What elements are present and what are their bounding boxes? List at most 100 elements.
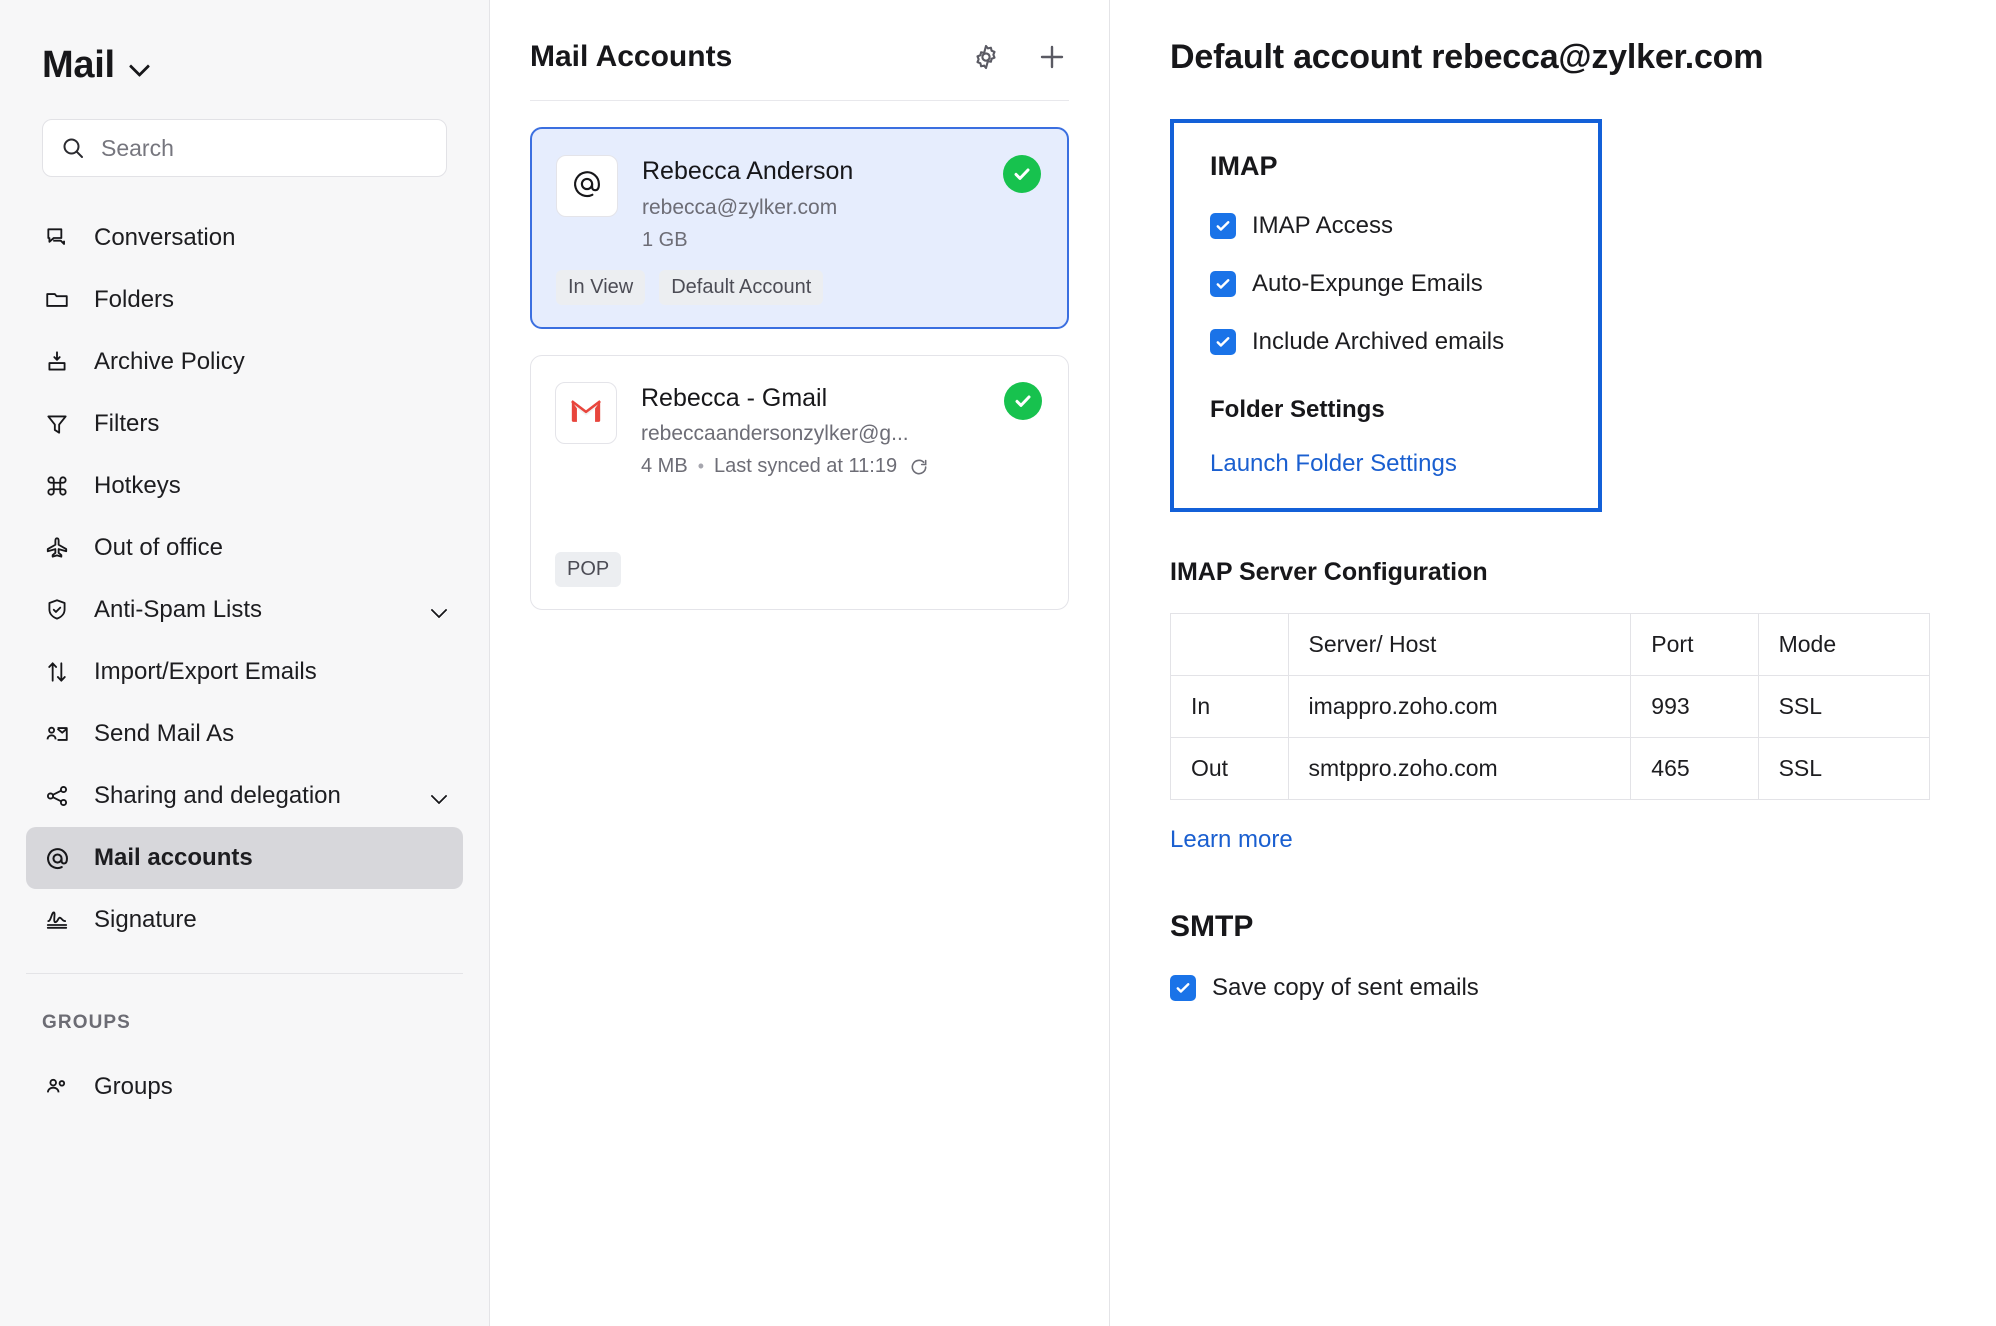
table-header-row: Server/ Host Port Mode (1170, 613, 1931, 676)
gmail-icon (569, 396, 603, 430)
account-name: Rebecca - Gmail (641, 383, 828, 412)
shield-check-icon (42, 595, 72, 625)
filter-icon (42, 409, 72, 439)
table-cell-mode: SSL (1757, 675, 1931, 738)
sidebar-item-send-mail-as[interactable]: Send Mail As (26, 703, 463, 765)
sidebar: Mail Conversation (0, 0, 490, 1326)
sidebar-item-label: Archive Policy (94, 348, 245, 375)
table-cell-port: 993 (1630, 675, 1759, 738)
groups-icon (42, 1072, 72, 1102)
checkbox-label: IMAP Access (1252, 212, 1393, 239)
sidebar-item-label: Groups (94, 1073, 173, 1100)
sidebar-item-anti-spam-lists[interactable]: Anti-Spam Lists (26, 579, 463, 641)
account-top-row: Rebecca - Gmail rebeccaandersonzylker@g.… (555, 381, 1044, 479)
table-row: In imappro.zoho.com 993 SSL (1170, 675, 1931, 738)
search-input[interactable] (101, 134, 428, 162)
account-meta: 4 MB • Last synced at 11:19 (641, 455, 1044, 478)
sidebar-item-out-of-office[interactable]: Out of office (26, 517, 463, 579)
account-email: rebecca@zylker.com (642, 195, 838, 219)
account-size: 1 GB (642, 228, 688, 251)
app-root: Mail Conversation (0, 0, 1996, 1326)
sidebar-item-label: Anti-Spam Lists (94, 596, 263, 623)
sidebar-group-header: GROUPS (42, 1012, 131, 1033)
account-meta: 1 GB (642, 229, 1043, 252)
include-archived-checkbox-row[interactable]: Include Archived emails (1210, 328, 1562, 356)
account-top-row: Rebecca Anderson rebecca@zylker.com 1 GB (556, 155, 1043, 252)
account-name: Rebecca Anderson (642, 157, 854, 185)
checkbox-checked-icon[interactable] (1210, 213, 1236, 239)
chevron-down-icon[interactable] (431, 601, 449, 619)
imap-server-config-title: IMAP Server Configuration (1170, 558, 1488, 586)
page-title: Default account rebecca@zylker.com (1170, 38, 1764, 76)
mail-accounts-header: Mail Accounts (530, 0, 1069, 74)
brand-title: Mail (42, 44, 115, 86)
table-cell-direction: In (1170, 675, 1289, 738)
check-circle-icon (1003, 155, 1041, 193)
table-col-header: Mode (1757, 613, 1931, 676)
at-icon (42, 843, 72, 873)
sidebar-item-signature[interactable]: Signature (26, 889, 463, 951)
checkbox-label: Save copy of sent emails (1212, 974, 1479, 1001)
status-badge: POP (555, 552, 622, 587)
table-col-header: Server/ Host (1287, 613, 1632, 676)
table-cell-mode: SSL (1757, 737, 1931, 800)
sidebar-item-mail-accounts[interactable]: Mail accounts (26, 827, 463, 889)
sidebar-item-conversation[interactable]: Conversation (26, 207, 463, 269)
sidebar-item-groups[interactable]: Groups (26, 1056, 463, 1118)
sidebar-item-import-export-emails[interactable]: Import/Export Emails (26, 641, 463, 703)
mail-account-card[interactable]: Rebecca Anderson rebecca@zylker.com 1 GB… (530, 127, 1069, 329)
table-col-header (1170, 613, 1289, 676)
sidebar-item-label: Folders (94, 286, 175, 313)
arrows-up-down-icon (42, 657, 72, 687)
folder-settings-heading: Folder Settings (1210, 396, 1385, 423)
sidebar-item-label: Signature (94, 906, 197, 933)
sidebar-item-archive-policy[interactable]: Archive Policy (26, 331, 463, 393)
auto-expunge-checkbox-row[interactable]: Auto-Expunge Emails (1210, 270, 1562, 298)
sidebar-nav: Conversation Folders Archive Policy Filt… (0, 207, 489, 1118)
table-col-header: Port (1630, 613, 1759, 676)
checkbox-checked-icon[interactable] (1170, 975, 1196, 1001)
save-copy-sent-emails-checkbox-row[interactable]: Save copy of sent emails (1170, 974, 1936, 1002)
plus-icon[interactable] (1035, 40, 1069, 74)
airplane-icon (42, 533, 72, 563)
sidebar-item-label: Hotkeys (94, 472, 181, 499)
header-divider (530, 100, 1069, 101)
account-detail-panel: Default account rebecca@zylker.com IMAP … (1110, 0, 1996, 1326)
account-tags: POP (555, 552, 1044, 587)
checkbox-checked-icon[interactable] (1210, 329, 1236, 355)
sidebar-item-filters[interactable]: Filters (26, 393, 463, 455)
search-box[interactable] (42, 119, 447, 177)
mail-account-card[interactable]: Rebecca - Gmail rebeccaandersonzylker@g.… (530, 354, 1069, 610)
signature-icon (42, 905, 72, 935)
meta-separator: • (697, 456, 704, 476)
chevron-down-icon[interactable] (129, 55, 151, 77)
imap-access-checkbox-row[interactable]: IMAP Access (1210, 212, 1562, 240)
sidebar-item-hotkeys[interactable]: Hotkeys (26, 455, 463, 517)
launch-folder-settings-link[interactable]: Launch Folder Settings (1210, 450, 1457, 478)
share-nodes-icon (42, 781, 72, 811)
account-info: Rebecca Anderson rebecca@zylker.com 1 GB (642, 155, 1043, 252)
gear-icon[interactable] (969, 40, 1003, 74)
account-sync-status: Last synced at 11:19 (714, 455, 898, 477)
sidebar-item-label: Send Mail As (94, 720, 235, 747)
search-icon (61, 136, 85, 160)
account-tags: In View Default Account (556, 269, 1043, 305)
mail-accounts-panel: Mail Accounts Rebecca Anderson rebecca@z… (490, 0, 1110, 1326)
archive-icon (42, 347, 72, 377)
mail-accounts-title: Mail Accounts (530, 40, 733, 73)
checkbox-checked-icon[interactable] (1210, 271, 1236, 297)
imap-section: IMAP IMAP Access Auto-Expunge Emails Inc… (1170, 119, 1602, 512)
table-cell-host: imappro.zoho.com (1287, 675, 1632, 738)
chevron-down-icon[interactable] (431, 787, 449, 805)
folder-icon (42, 285, 72, 315)
sidebar-item-label: Mail accounts (94, 844, 253, 871)
sidebar-item-folders[interactable]: Folders (26, 269, 463, 331)
learn-more-link[interactable]: Learn more (1170, 826, 1293, 854)
avatar (555, 381, 617, 444)
table-cell-direction: Out (1170, 737, 1289, 800)
checkbox-label: Include Archived emails (1252, 328, 1505, 355)
refresh-icon[interactable] (909, 457, 929, 477)
sidebar-item-sharing-and-delegation[interactable]: Sharing and delegation (26, 765, 463, 827)
brand-row[interactable]: Mail (0, 0, 489, 87)
check-circle-icon (1004, 381, 1042, 420)
